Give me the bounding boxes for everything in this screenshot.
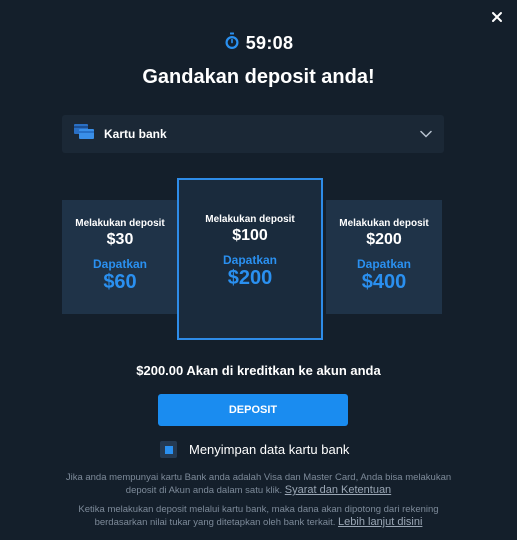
- offer-get-label: Dapatkan: [222, 253, 278, 267]
- save-card-checkbox[interactable]: [160, 441, 177, 458]
- page-title: Gandakan deposit anda!: [142, 66, 375, 88]
- offer-get-amount: $60: [103, 271, 137, 293]
- learn-more-link[interactable]: Lebih lanjut disini: [338, 516, 422, 528]
- offer-card-100-selected[interactable]: Melakukan deposit $100 Dapatkan $200: [177, 178, 323, 340]
- info-text-visa-body: Jika anda mempunyai kartu Bank anda adal…: [65, 472, 452, 496]
- info-text-visa: Jika anda mempunyai kartu Bank anda adal…: [60, 471, 457, 497]
- offer-card-30[interactable]: Melakukan deposit $30 Dapatkan $60: [62, 200, 178, 314]
- close-icon[interactable]: [489, 9, 505, 25]
- save-card-label: Menyimpan data kartu bank: [189, 442, 350, 457]
- countdown-timer: 59:08: [0, 32, 517, 55]
- offer-get-label: Dapatkan: [356, 257, 412, 271]
- offer-deposit-label: Melakukan deposit: [75, 218, 165, 229]
- bank-card-icon: [74, 123, 94, 145]
- payment-method-label: Kartu bank: [104, 127, 167, 141]
- credit-summary: $200.00 Akan di kreditkan ke akun anda: [136, 363, 381, 378]
- checkbox-checked-mark: [164, 445, 173, 454]
- deposit-button[interactable]: DEPOSIT: [158, 394, 348, 426]
- save-card-option[interactable]: Menyimpan data kartu bank: [160, 441, 349, 458]
- offer-get-label: Dapatkan: [92, 257, 148, 271]
- stopwatch-icon: [224, 32, 240, 55]
- offer-deposit-amount: $200: [366, 231, 402, 248]
- offer-deposit-label: Melakukan deposit: [205, 214, 295, 225]
- terms-link[interactable]: Syarat dan Ketentuan: [285, 484, 391, 496]
- timer-value: 59:08: [245, 33, 294, 53]
- offer-get-amount: $200: [227, 267, 273, 289]
- offer-card-200[interactable]: Melakukan deposit $200 Dapatkan $400: [326, 200, 442, 314]
- chevron-down-icon[interactable]: [420, 125, 432, 143]
- offer-deposit-amount: $100: [232, 227, 268, 244]
- payment-method-dropdown[interactable]: Kartu bank: [62, 115, 444, 153]
- offer-deposit-amount: $30: [106, 231, 134, 248]
- offer-get-amount: $400: [361, 271, 407, 293]
- offer-deposit-label: Melakukan deposit: [339, 218, 429, 229]
- info-text-bank: Ketika melakukan deposit melalui kartu b…: [60, 503, 457, 529]
